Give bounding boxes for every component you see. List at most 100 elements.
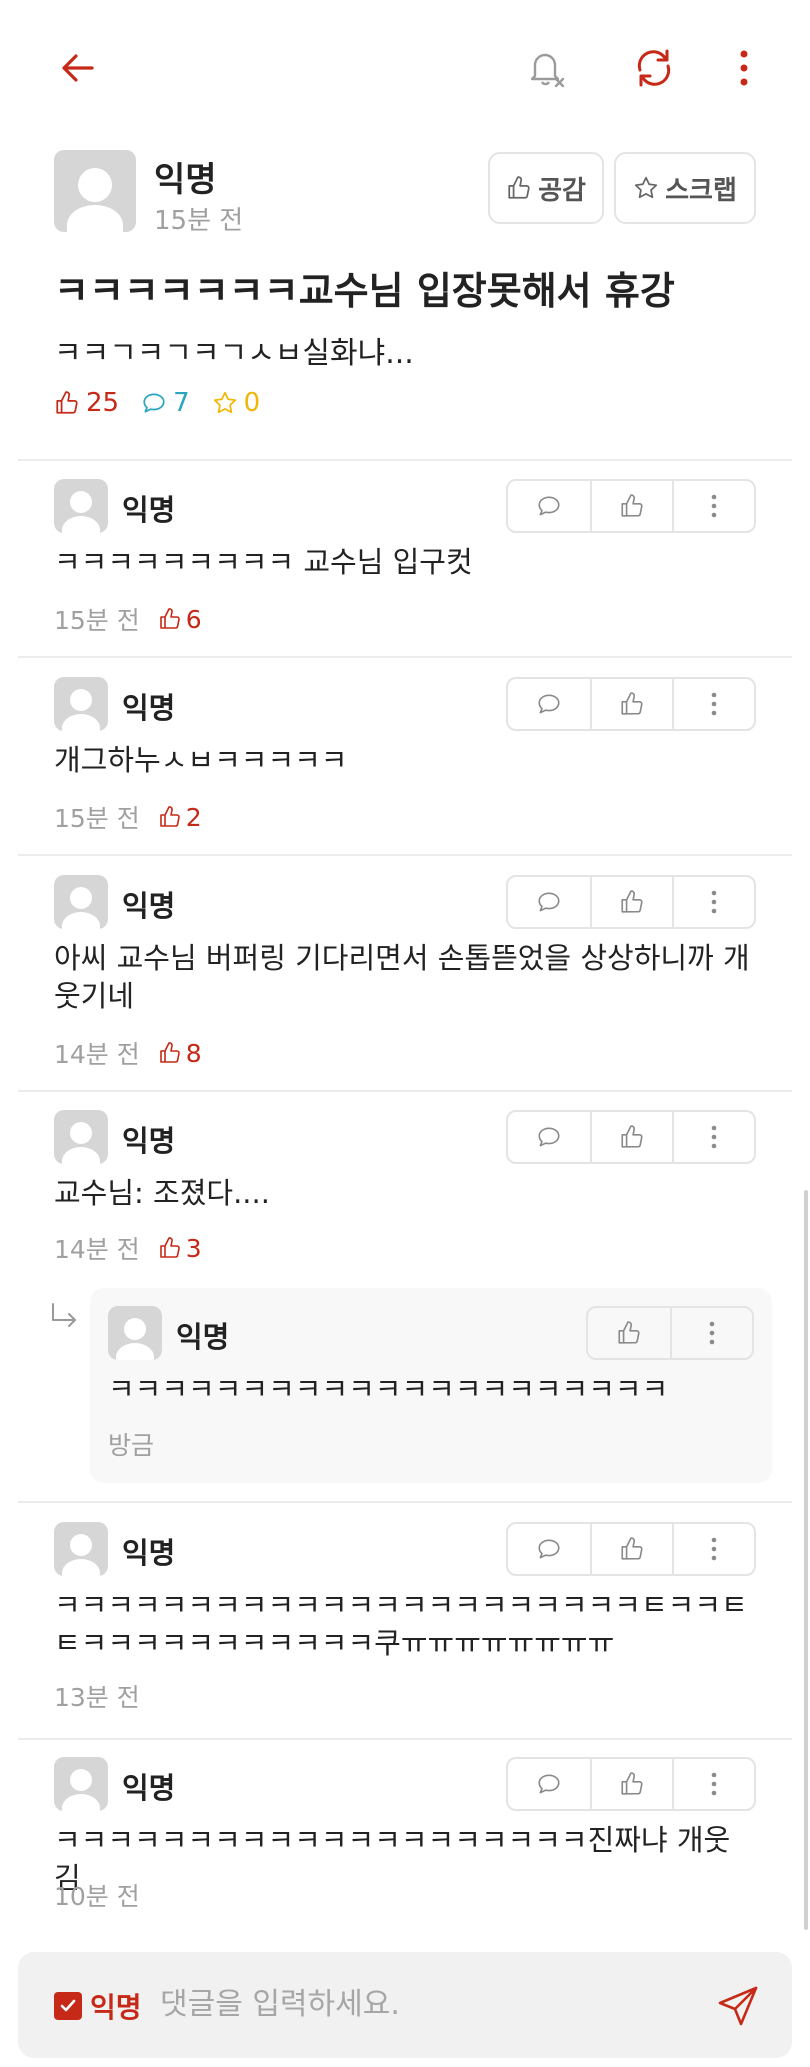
comment-avatar — [54, 875, 108, 929]
check-icon — [60, 1999, 76, 2012]
comment-input[interactable] — [160, 1978, 700, 2030]
more-vertical-icon — [711, 494, 717, 518]
scrap-count: 0 — [212, 388, 261, 418]
comment-text: 아씨 교수님 버퍼링 기다리면서 손톱뜯었을 상상하니까 개웃기네 — [54, 941, 750, 1013]
post-scrap-button[interactable]: 스크랩 — [614, 152, 756, 224]
comment-actions — [506, 1757, 756, 1811]
back-button[interactable] — [46, 36, 110, 100]
comment-like-value: 3 — [185, 1233, 202, 1263]
divider — [18, 1738, 792, 1740]
comment-time: 15분 전 — [54, 804, 140, 833]
scrollbar[interactable] — [804, 1190, 808, 1930]
comment-text: ㅋㅋㅋㅋㅋㅋㅋㅋㅋㅋㅋㅋㅋㅋㅋㅋㅋㅋㅋㅋ진짜냐 개웃김 — [54, 1823, 731, 1895]
reply-button[interactable] — [508, 1759, 590, 1809]
comment-like-value: 6 — [185, 604, 202, 634]
comment-text: 교수님: 조졌다.... — [54, 1176, 270, 1210]
anonymous-checkbox[interactable] — [54, 1992, 82, 2020]
comment-author: 익명 — [122, 889, 176, 923]
comment-avatar — [54, 1110, 108, 1164]
post-body: ㅋㅋㄱㅋㄱㅋㄱㅅㅂ실화냐... — [54, 336, 414, 371]
post-like-button[interactable]: 공감 — [488, 152, 604, 224]
comment-more-button[interactable] — [672, 481, 754, 531]
comment-input-bar: 익명 — [18, 1952, 792, 2058]
comment-like-button[interactable] — [590, 679, 672, 729]
comment-more-button[interactable] — [672, 679, 754, 729]
refresh-button[interactable] — [622, 36, 686, 100]
comment-like-button[interactable] — [590, 481, 672, 531]
comment-actions — [506, 1522, 756, 1576]
notification-button[interactable] — [514, 36, 578, 100]
thumbs-up-icon — [508, 176, 530, 199]
comment-like-button[interactable] — [590, 877, 672, 927]
comment-text: ㅋㅋㅋㅋㅋㅋㅋㅋㅋㅋㅋㅋㅋㅋㅋㅋㅋㅋㅋㅋㅋㅋㅌㅋㅋㅌㅌㅋㅋㅋㅋㅋㅋㅋㅋㅋㅋㅋ쿠ㅠ… — [54, 1588, 748, 1660]
comment-avatar — [54, 1522, 108, 1576]
comment-meta: 14분 전 3 — [54, 1230, 202, 1266]
reply: 익명 ㅋㅋㅋㅋㅋㅋㅋㅋㅋㅋㅋㅋㅋㅋㅋㅋㅋㅋㅋㅋㅋ 방금 — [90, 1288, 772, 1483]
divider — [18, 1090, 792, 1092]
post-scrap-label: 스크랩 — [665, 175, 737, 206]
comment-like-button[interactable] — [590, 1759, 672, 1809]
thumbs-up-icon — [618, 1321, 640, 1344]
comment-text: ㅋㅋㅋㅋㅋㅋㅋㅋㅋㅋㅋㅋㅋㅋㅋㅋㅋㅋㅋㅋㅋ — [108, 1372, 669, 1406]
post-like-label: 공감 — [538, 175, 586, 206]
reply-button[interactable] — [508, 481, 590, 531]
scrap-count-value: 0 — [243, 388, 261, 418]
comment-more-button[interactable] — [672, 1112, 754, 1162]
star-icon — [634, 176, 658, 199]
reply-arrow-icon — [52, 1303, 76, 1327]
comment-time: 13분 전 — [54, 1683, 140, 1712]
comment-author: 익명 — [122, 1124, 176, 1158]
comment-time: 방금 — [108, 1431, 155, 1460]
divider — [18, 656, 792, 658]
reply-button[interactable] — [508, 1112, 590, 1162]
thumbs-up-icon — [621, 890, 643, 913]
comment-avatar — [108, 1306, 162, 1360]
reply-button[interactable] — [508, 679, 590, 729]
thumbs-up-icon — [159, 608, 180, 629]
comment-icon — [143, 393, 165, 413]
comment-author: 익명 — [122, 493, 176, 527]
comment-meta: 15분 전 6 — [54, 601, 202, 637]
comment-like-button[interactable] — [588, 1308, 670, 1358]
comment-time: 10분 전 — [54, 1882, 140, 1911]
comment-more-button[interactable] — [672, 1524, 754, 1574]
comment-icon — [538, 892, 560, 912]
thumbs-up-icon — [159, 1237, 180, 1258]
comment-author: 익명 — [122, 1536, 176, 1570]
comment-like-value: 2 — [185, 802, 202, 832]
more-vertical-icon — [711, 890, 717, 914]
comment-text: 개그하누ㅅㅂㅋㅋㅋㅋㅋ — [54, 743, 348, 777]
thumbs-up-icon — [621, 494, 643, 517]
comment-like-count: 2 — [158, 803, 202, 832]
post-author: 익명 — [154, 160, 217, 200]
send-button[interactable] — [714, 1982, 762, 2030]
divider — [18, 1501, 792, 1503]
comment-avatar — [54, 1757, 108, 1811]
comment-count: 7 — [141, 388, 190, 418]
comment-like-button[interactable] — [590, 1112, 672, 1162]
comment-avatar — [54, 479, 108, 533]
comment-icon — [538, 694, 560, 714]
more-menu-button[interactable] — [712, 36, 776, 100]
comment-like-value: 8 — [185, 1038, 202, 1068]
comment-icon — [538, 496, 560, 516]
comment-more-button[interactable] — [672, 1759, 754, 1809]
post-avatar — [54, 150, 136, 232]
more-vertical-icon — [711, 1772, 717, 1796]
reply-button[interactable] — [508, 877, 590, 927]
comment-more-button[interactable] — [670, 1308, 752, 1358]
comment-actions — [506, 1110, 756, 1164]
comment-actions — [506, 479, 756, 533]
thumbs-up-icon — [56, 391, 78, 414]
anonymous-label[interactable]: 익명 — [90, 1986, 142, 2026]
comment-like-count: 8 — [158, 1039, 202, 1068]
reply-button[interactable] — [508, 1524, 590, 1574]
thumbs-up-icon — [621, 692, 643, 715]
comment-actions — [506, 677, 756, 731]
comment-time: 15분 전 — [54, 606, 140, 635]
comment-like-button[interactable] — [590, 1524, 672, 1574]
comment-more-button[interactable] — [672, 877, 754, 927]
refresh-icon — [637, 49, 671, 87]
comment-like-count: 6 — [158, 605, 202, 634]
comment-meta: 방금 — [108, 1426, 154, 1462]
